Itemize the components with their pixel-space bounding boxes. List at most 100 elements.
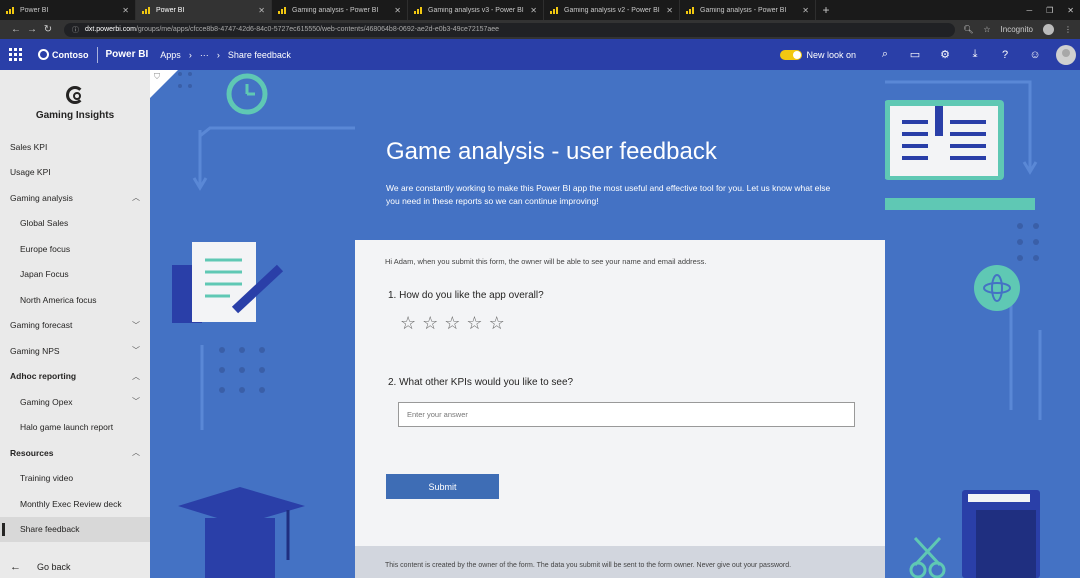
star-icon[interactable]: ☆	[422, 313, 438, 334]
tab-title: Power BI	[20, 6, 49, 14]
forward-icon[interactable]: →	[24, 24, 40, 35]
nav-item[interactable]: Training video	[0, 466, 150, 492]
back-icon[interactable]: ←	[8, 24, 24, 35]
nav-item-label: Resources	[10, 447, 54, 458]
powerbi-favicon-icon	[142, 6, 150, 14]
app-navigation: Gaming Insights Sales KPI Usage KPI Gaming…	[0, 70, 150, 578]
browser-tab-strip: Power BI ✕ Power BI ✕ Gaming analysis - Powe…	[0, 0, 1080, 20]
powerbi-header: Contoso Power BI Apps › ··· › Share feed…	[0, 39, 1080, 70]
product-name[interactable]: Power BI	[98, 49, 157, 60]
nav-item[interactable]: Global Sales	[0, 211, 150, 237]
tab-close-icon[interactable]: ✕	[258, 6, 265, 15]
nav-item[interactable]: Europe focus	[0, 236, 150, 262]
tab-title: Gaming analysis - Power BI	[700, 6, 787, 14]
tab-close-icon[interactable]: ✕	[122, 6, 129, 15]
browser-tab[interactable]: Power BI ✕	[0, 0, 136, 20]
star-icon[interactable]: ☆	[444, 313, 460, 334]
reload-icon[interactable]: ↻	[40, 24, 56, 35]
nav-item-label: Halo game launch report	[20, 422, 114, 433]
tab-close-icon[interactable]: ✕	[666, 6, 673, 15]
submit-button[interactable]: Submit	[386, 474, 499, 499]
nav-item[interactable]: North America focus	[0, 287, 150, 313]
zoom-icon[interactable]: 🔍︎	[963, 25, 973, 34]
url-input[interactable]: ⓘ dxt.powerbi.com /groups/me/apps/cfcce8…	[64, 22, 956, 37]
org-name: Contoso	[52, 49, 89, 60]
chevron-up-icon[interactable]: ︿	[132, 371, 140, 382]
chevron-down-icon[interactable]: ﹀	[132, 320, 140, 331]
browser-tab[interactable]: Gaming analysis - Power BI ✕	[272, 0, 408, 20]
form-footer-text: This content is created by the owner of …	[385, 562, 792, 569]
nav-item[interactable]: Gaming forecast ﹀	[0, 313, 150, 339]
nav-item-label: Usage KPI	[10, 167, 51, 178]
gaming-insights-logo-icon	[66, 86, 84, 104]
breadcrumb-apps[interactable]: Apps	[156, 50, 185, 60]
minimize-icon[interactable]: ─	[1026, 6, 1032, 15]
powerbi-favicon-icon	[414, 6, 422, 14]
nav-item[interactable]: Gaming Opex ﹀	[0, 389, 150, 415]
nav-item-label: Global Sales	[20, 218, 69, 229]
nav-item-label: Japan Focus	[20, 269, 69, 280]
chevron-up-icon[interactable]: ︿	[132, 447, 140, 458]
star-icon[interactable]: ☆	[466, 313, 482, 334]
settings-gear-icon[interactable]: ⚙	[930, 48, 960, 61]
url-host: dxt.powerbi.com	[85, 26, 136, 33]
back-arrow-icon: ←	[10, 561, 21, 573]
nav-item-label: Adhoc reporting	[10, 371, 77, 382]
user-avatar[interactable]	[1056, 44, 1076, 65]
browser-tab[interactable]: Power BI ✕	[136, 0, 272, 20]
feedback-smiley-icon[interactable]: ☺	[1020, 49, 1050, 61]
go-back-button[interactable]: ← Go back	[10, 556, 71, 578]
org-logo[interactable]: Contoso	[30, 49, 97, 60]
chevron-down-icon[interactable]: ﹀	[132, 345, 140, 356]
privacy-notice: Hi Adam, when you submit this form, the …	[385, 257, 707, 266]
form-description: We are constantly working to make this P…	[386, 183, 831, 207]
chevron-down-icon[interactable]: ﹀	[132, 396, 140, 407]
kpi-answer-input[interactable]	[398, 402, 855, 427]
incognito-avatar-icon[interactable]	[1043, 24, 1054, 35]
new-tab-button[interactable]: +	[816, 0, 836, 20]
close-window-icon[interactable]: ✕	[1067, 6, 1074, 15]
chat-icon[interactable]: ▭	[900, 48, 930, 61]
nav-item-label: North America focus	[20, 294, 97, 305]
new-look-toggle[interactable]	[780, 49, 803, 60]
star-icon[interactable]: ☆	[400, 313, 416, 334]
nav-item[interactable]: Monthly Exec Review deck	[0, 491, 150, 517]
tab-close-icon[interactable]: ✕	[394, 6, 401, 15]
help-icon[interactable]: ?	[990, 49, 1020, 61]
nav-item[interactable]: Halo game launch report	[0, 415, 150, 441]
nav-item[interactable]: Share feedback	[0, 516, 150, 542]
nav-item[interactable]: Gaming NPS ﹀	[0, 338, 150, 364]
breadcrumb-more[interactable]: ···	[196, 50, 213, 60]
tab-close-icon[interactable]: ✕	[530, 6, 537, 15]
nav-item[interactable]: Japan Focus	[0, 262, 150, 288]
app-title: Gaming Insights	[35, 110, 115, 121]
form-title: Game analysis - user feedback	[386, 138, 717, 165]
browser-menu-icon[interactable]: ⋮	[1064, 25, 1072, 34]
nav-item[interactable]: Adhoc reporting ︿	[0, 364, 150, 390]
tab-close-icon[interactable]: ✕	[802, 6, 809, 15]
go-back-label: Go back	[37, 562, 71, 572]
nav-item[interactable]: Usage KPI	[0, 160, 150, 186]
browser-tab[interactable]: Gaming analysis - Power BI ✕	[680, 0, 816, 20]
bookmark-star-icon[interactable]: ☆	[983, 25, 990, 34]
nav-item[interactable]: Gaming analysis ︿	[0, 185, 150, 211]
powerbi-favicon-icon	[6, 6, 14, 14]
nav-item-label: Europe focus	[20, 243, 71, 254]
nav-item[interactable]: Sales KPI	[0, 134, 150, 160]
breadcrumb-chevron-icon: ›	[216, 49, 220, 60]
download-icon[interactable]: ⤓	[960, 48, 990, 61]
app-launcher-icon[interactable]	[0, 39, 30, 70]
rating-stars: ☆ ☆ ☆ ☆ ☆	[400, 313, 505, 334]
browser-tab[interactable]: Gaming analysis v3 - Power BI ✕	[408, 0, 544, 20]
search-icon[interactable]: ⌕	[870, 48, 900, 61]
form-header: Game analysis - user feedback We are con…	[355, 70, 885, 240]
nav-item-label: Share feedback	[20, 524, 80, 535]
window-controls: ─ ❐ ✕	[1026, 0, 1074, 20]
nav-item[interactable]: Resources ︿	[0, 440, 150, 466]
star-icon[interactable]: ☆	[489, 313, 505, 334]
site-info-icon[interactable]: ⓘ	[72, 25, 79, 35]
restore-icon[interactable]: ❐	[1046, 6, 1053, 15]
browser-tab[interactable]: Gaming analysis v2 - Power BI ✕	[544, 0, 680, 20]
nav-item-label: Gaming forecast	[10, 320, 73, 331]
chevron-up-icon[interactable]: ︿	[132, 192, 140, 203]
